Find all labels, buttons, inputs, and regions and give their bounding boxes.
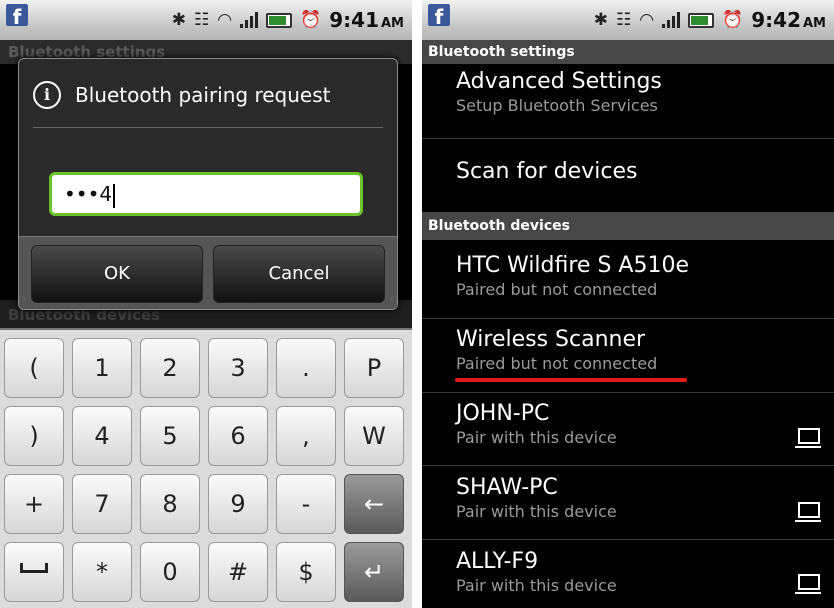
key-p[interactable]: P xyxy=(344,338,404,398)
highlight-underline xyxy=(455,378,687,382)
key-3[interactable]: 3 xyxy=(208,338,268,398)
status-bar: f ✱ ☷ ◠ ⏰ 9:42 AM xyxy=(422,0,834,40)
device-name: HTC Wildfire S A510e xyxy=(456,253,689,278)
dialog-button-bar: OK Cancel xyxy=(19,236,397,309)
device-name: Wireless Scanner xyxy=(456,327,646,352)
status-icons: ✱ ☷ ◠ ⏰ 9:42 AM xyxy=(594,0,826,40)
signal-icon xyxy=(240,12,259,28)
phone-left-screen: f ✱ ☷ ◠ ⏰ 9:41 AM Bluetooth settings Blue… xyxy=(0,0,412,608)
enter-key[interactable]: ↵ xyxy=(344,542,404,602)
key-close-paren[interactable]: ) xyxy=(4,406,64,466)
device-status: Pair with this device xyxy=(456,576,617,595)
status-time: 9:42 AM xyxy=(751,8,826,32)
list-item-device[interactable]: SHAW-PC Pair with this device xyxy=(422,474,834,522)
device-name: JOHN-PC xyxy=(456,401,550,426)
computer-icon xyxy=(795,574,821,594)
key-open-paren[interactable]: ( xyxy=(4,338,64,398)
key-hash[interactable]: # xyxy=(208,542,268,602)
key-9[interactable]: 9 xyxy=(208,474,268,534)
divider xyxy=(422,138,834,139)
backspace-key[interactable]: ← xyxy=(344,474,404,534)
list-item-device[interactable]: ALLY-F9 Pair with this device xyxy=(422,548,834,596)
computer-icon xyxy=(795,502,821,522)
vibrate-icon: ☷ xyxy=(615,10,632,30)
list-item-device[interactable]: JOHN-PC Pair with this device xyxy=(422,400,834,448)
phone-right-screen: f ✱ ☷ ◠ ⏰ 9:42 AM Bluetooth settings Adva… xyxy=(422,0,834,608)
item-title: Advanced Settings xyxy=(456,69,662,94)
key-dollar[interactable]: $ xyxy=(276,542,336,602)
key-8[interactable]: 8 xyxy=(140,474,200,534)
divider xyxy=(422,465,834,466)
device-name: SHAW-PC xyxy=(456,475,558,500)
key-0[interactable]: 0 xyxy=(140,542,200,602)
key-minus[interactable]: - xyxy=(276,474,336,534)
bluetooth-icon: ✱ xyxy=(171,10,186,30)
bluetooth-icon: ✱ xyxy=(593,10,608,30)
pin-input[interactable]: •••4 xyxy=(49,172,363,216)
item-title: Scan for devices xyxy=(456,159,638,184)
divider xyxy=(422,318,834,319)
list-item-advanced-settings[interactable]: Advanced Settings Setup Bluetooth Servic… xyxy=(422,68,834,116)
device-name: ALLY-F9 xyxy=(456,549,539,574)
device-status: Paired but not connected xyxy=(456,354,658,373)
key-6[interactable]: 6 xyxy=(208,406,268,466)
key-4[interactable]: 4 xyxy=(72,406,132,466)
key-1[interactable]: 1 xyxy=(72,338,132,398)
key-plus[interactable]: + xyxy=(4,474,64,534)
status-time: 9:41 AM xyxy=(329,8,404,32)
alarm-icon: ⏰ xyxy=(722,10,744,30)
cancel-button[interactable]: Cancel xyxy=(213,245,385,303)
key-asterisk[interactable]: * xyxy=(72,542,132,602)
list-item-device[interactable]: HTC Wildfire S A510e Paired but not conn… xyxy=(422,252,834,300)
wifi-icon: ◠ xyxy=(217,10,233,30)
section-header-devices: Bluetooth devices xyxy=(422,212,834,240)
pin-value: •••4 xyxy=(64,182,113,206)
vibrate-icon: ☷ xyxy=(193,10,210,30)
key-w[interactable]: W xyxy=(344,406,404,466)
list-item-scan-for-devices[interactable]: Scan for devices xyxy=(422,158,834,186)
signal-icon xyxy=(662,12,681,28)
wifi-icon: ◠ xyxy=(639,10,655,30)
device-status: Pair with this device xyxy=(456,502,617,521)
info-icon: i xyxy=(33,81,61,109)
alarm-icon: ⏰ xyxy=(300,10,322,30)
device-status: Pair with this device xyxy=(456,428,617,447)
dialog-title-text: Bluetooth pairing request xyxy=(75,83,331,107)
enter-icon: ↵ xyxy=(363,558,385,586)
computer-icon xyxy=(795,428,821,448)
numeric-keyboard: ( 1 2 3 . P ) 4 5 6 , W + 7 8 9 - ← * 0 … xyxy=(0,328,412,608)
key-period[interactable]: . xyxy=(276,338,336,398)
battery-icon xyxy=(266,12,293,28)
ok-button[interactable]: OK xyxy=(31,245,203,303)
facebook-icon: f xyxy=(428,4,450,29)
pairing-dialog: i Bluetooth pairing request •••4 OK Canc… xyxy=(18,58,398,310)
divider xyxy=(422,539,834,540)
dialog-title: i Bluetooth pairing request xyxy=(33,75,331,115)
status-bar: f ✱ ☷ ◠ ⏰ 9:41 AM xyxy=(0,0,412,40)
space-key[interactable] xyxy=(4,542,64,602)
dialog-divider xyxy=(33,127,383,128)
device-status: Paired but not connected xyxy=(456,280,658,299)
key-5[interactable]: 5 xyxy=(140,406,200,466)
key-2[interactable]: 2 xyxy=(140,338,200,398)
divider xyxy=(422,392,834,393)
item-subtitle: Setup Bluetooth Services xyxy=(456,96,658,115)
status-icons: ✱ ☷ ◠ ⏰ 9:41 AM xyxy=(172,0,404,40)
facebook-icon: f xyxy=(6,4,28,29)
text-cursor xyxy=(113,183,116,208)
backspace-icon: ← xyxy=(363,490,385,518)
key-comma[interactable]: , xyxy=(276,406,336,466)
list-item-device[interactable]: Wireless Scanner Paired but not connecte… xyxy=(422,326,834,374)
space-icon xyxy=(20,563,48,573)
section-header-settings: Bluetooth settings xyxy=(422,40,834,64)
battery-icon xyxy=(688,12,715,28)
key-7[interactable]: 7 xyxy=(72,474,132,534)
